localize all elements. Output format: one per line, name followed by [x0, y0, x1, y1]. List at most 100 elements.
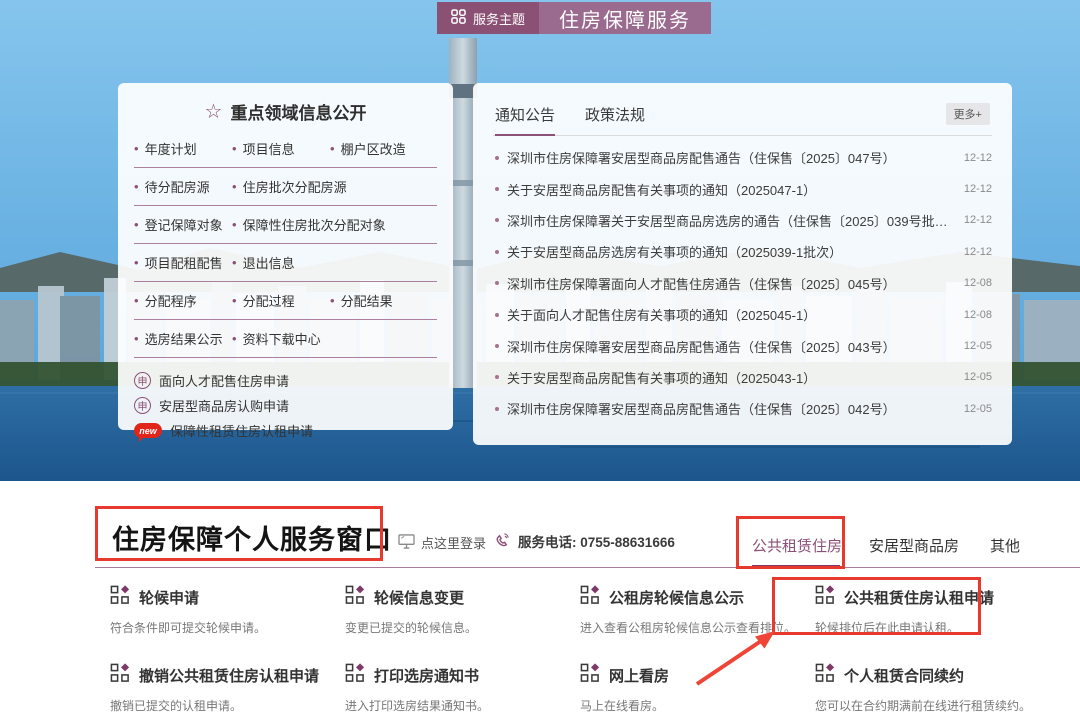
- notice-tabs: 通知公告 政策法规 更多+: [493, 99, 992, 136]
- apply-link-rental-housing[interactable]: new 保障性租赁住房认租申请: [134, 418, 437, 443]
- tab-anju-commodity[interactable]: 安居型商品房: [869, 535, 959, 556]
- info-row: •项目配租配售 •退出信息: [134, 244, 437, 282]
- apply-circle-icon: 申: [134, 372, 151, 389]
- notice-list: 深圳市住房保障署安居型商品房配售通告（住保售〔2025〕047号） 12-12 关…: [493, 142, 992, 425]
- notice-date: 12-08: [964, 277, 992, 289]
- notice-item[interactable]: 深圳市住房保障署面向人才配售住房通告（住保售〔2025〕045号）12-08: [493, 268, 992, 299]
- bullet-icon: [495, 250, 499, 254]
- bullet-icon: •: [232, 179, 237, 194]
- bullet-icon: [495, 407, 499, 411]
- notice-title: 深圳市住房保障署关于安居型商品房选房的通告（住保售〔2025〕039号批次）: [507, 211, 952, 230]
- bullet-icon: [495, 187, 499, 191]
- bullet-icon: •: [134, 255, 139, 270]
- info-link[interactable]: •登记保障对象: [134, 215, 232, 234]
- info-link[interactable]: •项目信息: [232, 139, 330, 158]
- nav-menu-label: 服务主题: [473, 9, 525, 28]
- notice-date: 12-12: [964, 152, 992, 164]
- page: 服务主题 住房保障服务 ☆ 重点领域信息公开 •年度计划 •项目信息 •棚户区改…: [0, 0, 1080, 713]
- grid-diamond-icon: [110, 585, 130, 610]
- star-icon: ☆: [205, 102, 223, 122]
- notice-item[interactable]: 深圳市住房保障署安居型商品房配售通告（住保售〔2025〕047号） 12-12: [493, 142, 992, 173]
- service-waitlist-change[interactable]: 轮候信息变更 变更已提交的轮候信息。: [345, 585, 580, 636]
- bullet-icon: [495, 218, 499, 222]
- apply-link-talent-housing[interactable]: 申 面向人才配售住房申请: [134, 368, 437, 393]
- grid-diamond-icon: [110, 663, 130, 688]
- tab-policies[interactable]: 政策法规: [585, 104, 645, 125]
- info-link[interactable]: •分配结果: [330, 291, 428, 310]
- grid-diamond-icon: [345, 585, 365, 610]
- notice-title: 深圳市住房保障署安居型商品房配售通告（住保售〔2025〕047号）: [507, 148, 952, 167]
- notice-item[interactable]: 深圳市住房保障署安居型商品房配售通告（住保售〔2025〕043号） 12-05: [493, 330, 992, 361]
- service-contract-renewal[interactable]: 个人租赁合同续约 您可以在合约期满前在线进行租赁续约。: [815, 663, 1050, 713]
- bullet-icon: •: [330, 293, 335, 308]
- info-link[interactable]: •住房批次分配房源: [232, 177, 347, 196]
- grid-diamond-icon: [580, 663, 600, 688]
- notice-item[interactable]: 深圳市住房保障署安居型商品房配售通告（住保售〔2025〕042号）12-05: [493, 393, 992, 424]
- bullet-icon: •: [232, 331, 237, 346]
- monitor-icon: [398, 534, 415, 552]
- info-row: •选房结果公示 •资料下载中心: [134, 320, 437, 358]
- annotation-box-tab: [736, 516, 845, 569]
- info-row: •年度计划 •项目信息 •棚户区改造: [134, 130, 437, 168]
- info-link[interactable]: •选房结果公示: [134, 329, 232, 348]
- notice-date: 12-08: [964, 309, 992, 321]
- bullet-icon: •: [232, 255, 237, 270]
- info-link[interactable]: •项目配租配售: [134, 253, 232, 272]
- grid-diamond-icon: [580, 585, 600, 610]
- notice-panel: 通知公告 政策法规 更多+ 深圳市住房保障署安居型商品房配售通告（住保售〔202…: [473, 83, 1012, 445]
- bullet-icon: •: [134, 141, 139, 156]
- notice-date: 12-12: [964, 183, 992, 195]
- notice-title: 关于安居型商品房配售有关事项的通知（2025047-1）: [507, 180, 952, 199]
- notice-title: 深圳市住房保障署安居型商品房配售通告（住保售〔2025〕042号）: [507, 399, 952, 418]
- notice-item[interactable]: 关于面向人才配售住房有关事项的通知（2025045-1） 12-08: [493, 299, 992, 330]
- bullet-icon: •: [134, 179, 139, 194]
- notice-date: 12-12: [964, 246, 992, 258]
- more-button[interactable]: 更多+: [946, 103, 990, 125]
- info-panel-title: 重点领域信息公开: [230, 99, 366, 124]
- info-link[interactable]: •年度计划: [134, 139, 232, 158]
- notice-title: 关于面向人才配售住房有关事项的通知（2025045-1）: [507, 305, 952, 324]
- bullet-icon: •: [134, 331, 139, 346]
- page-title: 住房保障服务: [539, 2, 711, 34]
- hero-banner: 服务主题 住房保障服务 ☆ 重点领域信息公开 •年度计划 •项目信息 •棚户区改…: [0, 0, 1080, 481]
- info-row: •登记保障对象 •保障性住房批次分配对象: [134, 206, 437, 244]
- notice-title: 关于安居型商品房配售有关事项的通知（2025043-1）: [507, 368, 952, 387]
- bullet-icon: •: [330, 141, 335, 156]
- bullet-icon: [495, 156, 499, 160]
- bullet-icon: •: [232, 293, 237, 308]
- service-print-notice[interactable]: 打印选房通知书 进入打印选房结果通知书。: [345, 663, 580, 713]
- tab-notices[interactable]: 通知公告: [495, 104, 555, 136]
- bullet-icon: •: [232, 217, 237, 232]
- service-online-viewing[interactable]: 网上看房 马上在线看房。: [580, 663, 815, 713]
- notice-item[interactable]: 深圳市住房保障署关于安居型商品房选房的通告（住保售〔2025〕039号批次）12…: [493, 205, 992, 236]
- service-cancel-rental-apply[interactable]: 撤销公共租赁住房认租申请 撤销已提交的认租申请。: [110, 663, 345, 713]
- grid-diamond-icon: [345, 663, 365, 688]
- service-waitlist-apply[interactable]: 轮候申请 符合条件即可提交轮候申请。: [110, 585, 345, 636]
- notice-item[interactable]: 关于安居型商品房选房有关事项的通知（2025039-1批次）12-12: [493, 236, 992, 267]
- info-row: •待分配房源 •住房批次分配房源: [134, 168, 437, 206]
- info-link[interactable]: •分配程序: [134, 291, 232, 310]
- info-link[interactable]: •资料下载中心: [232, 329, 330, 348]
- annotation-box-service: [772, 577, 981, 635]
- login-link[interactable]: 点这里登录: [398, 533, 486, 552]
- nav-service-topic[interactable]: 服务主题: [437, 2, 539, 34]
- info-panel-header: ☆ 重点领域信息公开: [134, 99, 437, 124]
- info-link[interactable]: •待分配房源: [134, 177, 232, 196]
- apply-link-anju-housing[interactable]: 申 安居型商品房认购申请: [134, 393, 437, 418]
- phone-icon: [494, 531, 511, 551]
- info-link[interactable]: •退出信息: [232, 253, 330, 272]
- section-divider: [95, 567, 1080, 568]
- notice-title: 深圳市住房保障署安居型商品房配售通告（住保售〔2025〕043号）: [507, 337, 952, 356]
- key-info-panel: ☆ 重点领域信息公开 •年度计划 •项目信息 •棚户区改造 •待分配房源 •住房…: [118, 83, 453, 430]
- bullet-icon: [495, 313, 499, 317]
- tab-other[interactable]: 其他: [990, 535, 1020, 556]
- notice-item[interactable]: 关于安居型商品房配售有关事项的通知（2025043-1） 12-05: [493, 362, 992, 393]
- info-link[interactable]: •分配过程: [232, 291, 330, 310]
- info-link[interactable]: •保障性住房批次分配对象: [232, 215, 386, 234]
- info-link[interactable]: •棚户区改造: [330, 139, 428, 158]
- grid-diamond-icon: [815, 663, 835, 688]
- notice-item[interactable]: 关于安居型商品房配售有关事项的通知（2025047-1） 12-12: [493, 173, 992, 204]
- notice-date: 12-05: [964, 340, 992, 352]
- grid-menu-icon: [451, 9, 466, 27]
- notice-date: 12-05: [964, 371, 992, 383]
